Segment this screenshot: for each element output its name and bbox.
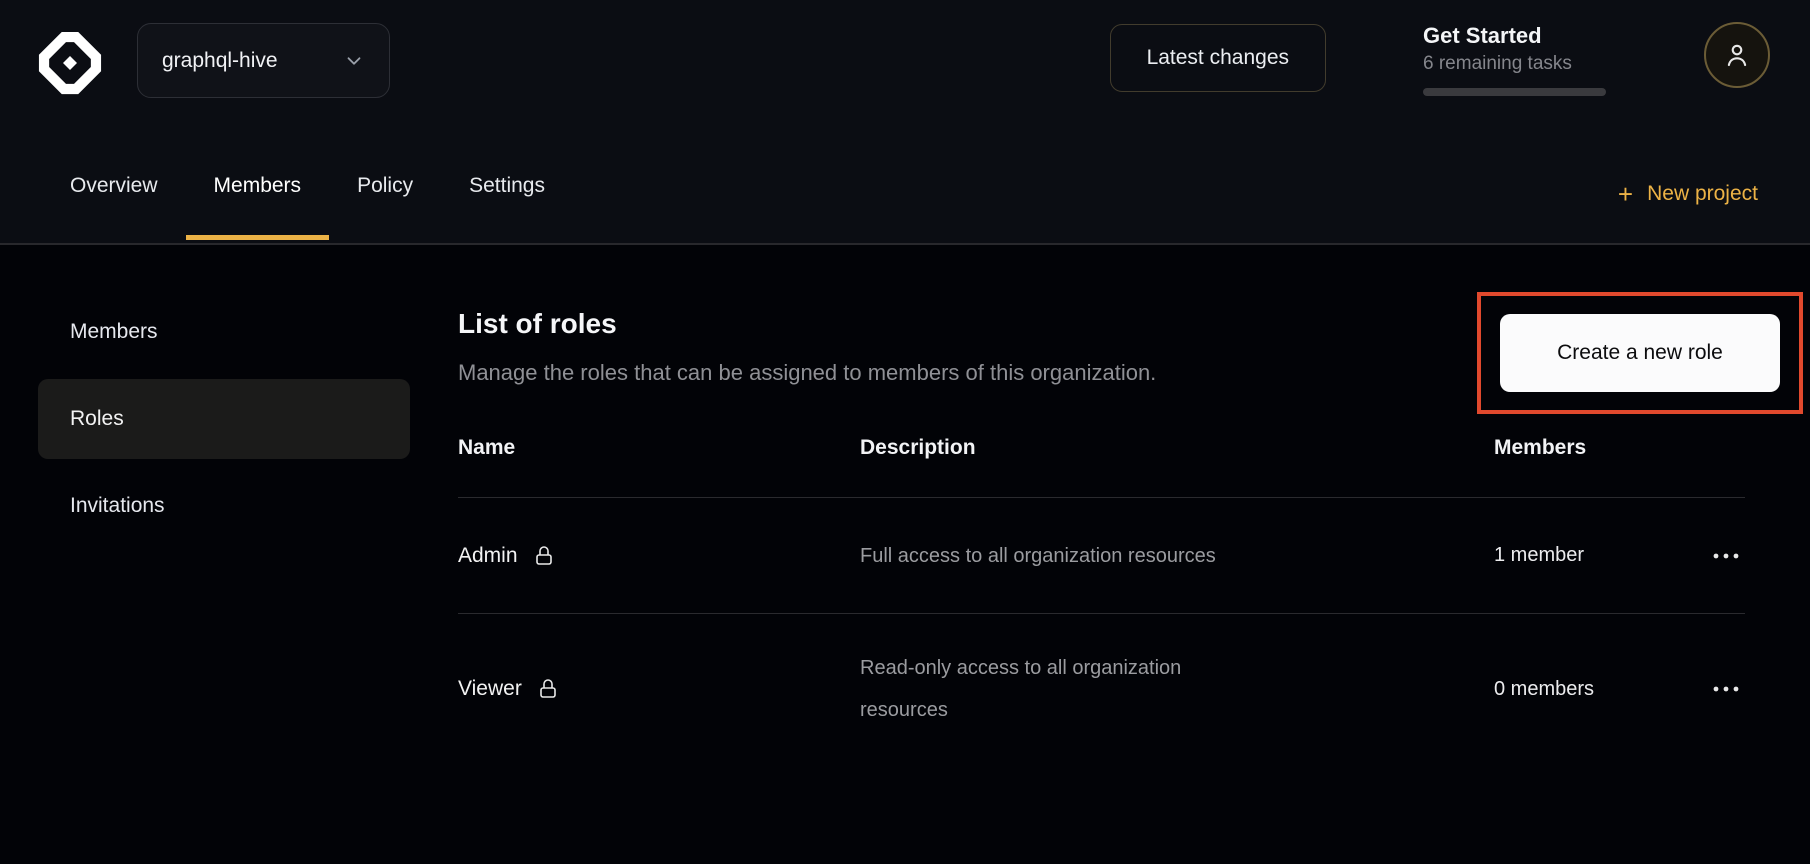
role-description: Read-only access to all organization res… — [860, 647, 1260, 731]
org-tabs: Overview Members Policy Settings — [42, 128, 573, 243]
role-name: Viewer — [458, 677, 522, 701]
lock-icon — [536, 677, 560, 701]
sidebar-item-roles[interactable]: Roles — [38, 379, 410, 459]
roles-panel: List of roles Manage the roles that can … — [458, 247, 1810, 864]
sidebar-item-invitations[interactable]: Invitations — [38, 466, 410, 546]
table-header-row: Name Description Members — [458, 399, 1745, 498]
tab-overview[interactable]: Overview — [42, 128, 186, 243]
plus-icon: + — [1618, 181, 1633, 207]
latest-changes-button[interactable]: Latest changes — [1110, 24, 1326, 92]
column-header-members: Members — [1494, 436, 1685, 460]
roles-table: Name Description Members Admin Full acce… — [458, 399, 1745, 764]
user-icon — [1722, 40, 1752, 70]
tab-members[interactable]: Members — [186, 128, 330, 243]
ellipsis-icon — [1709, 544, 1743, 568]
get-started-subtitle: 6 remaining tasks — [1423, 52, 1608, 76]
ellipsis-icon — [1709, 677, 1743, 701]
create-new-role-button[interactable]: Create a new role — [1500, 314, 1780, 392]
get-started-progress-bar — [1423, 88, 1606, 96]
sidebar-item-members[interactable]: Members — [38, 292, 410, 372]
role-members-count: 1 member — [1494, 544, 1685, 567]
tab-settings[interactable]: Settings — [441, 128, 573, 243]
role-members-count: 0 members — [1494, 678, 1685, 701]
top-bar: graphql-hive Latest changes Get Started … — [0, 0, 1810, 245]
content-area: Members Roles Invitations List of roles … — [0, 247, 1810, 864]
chevron-down-icon — [343, 50, 365, 72]
role-name: Admin — [458, 544, 518, 568]
table-row: Viewer Read-only access to all organizat… — [458, 614, 1745, 764]
role-actions-menu-button[interactable] — [1707, 671, 1745, 707]
members-sidebar: Members Roles Invitations — [38, 292, 410, 553]
role-actions-menu-button[interactable] — [1707, 538, 1745, 574]
tab-policy[interactable]: Policy — [329, 128, 441, 243]
user-avatar[interactable] — [1704, 22, 1770, 88]
column-header-name: Name — [458, 436, 860, 460]
table-row: Admin Full access to all organization re… — [458, 498, 1745, 614]
lock-icon — [532, 544, 556, 568]
get-started-widget[interactable]: Get Started 6 remaining tasks — [1423, 22, 1608, 96]
new-project-label: New project — [1647, 182, 1758, 206]
hive-logo-icon[interactable] — [35, 28, 105, 98]
new-project-button[interactable]: + New project — [1618, 181, 1758, 207]
role-description: Full access to all organization resource… — [860, 535, 1494, 577]
get-started-title: Get Started — [1423, 22, 1608, 50]
organization-selector[interactable]: graphql-hive — [137, 23, 390, 98]
column-header-description: Description — [860, 436, 1494, 460]
organization-name: graphql-hive — [162, 49, 278, 73]
